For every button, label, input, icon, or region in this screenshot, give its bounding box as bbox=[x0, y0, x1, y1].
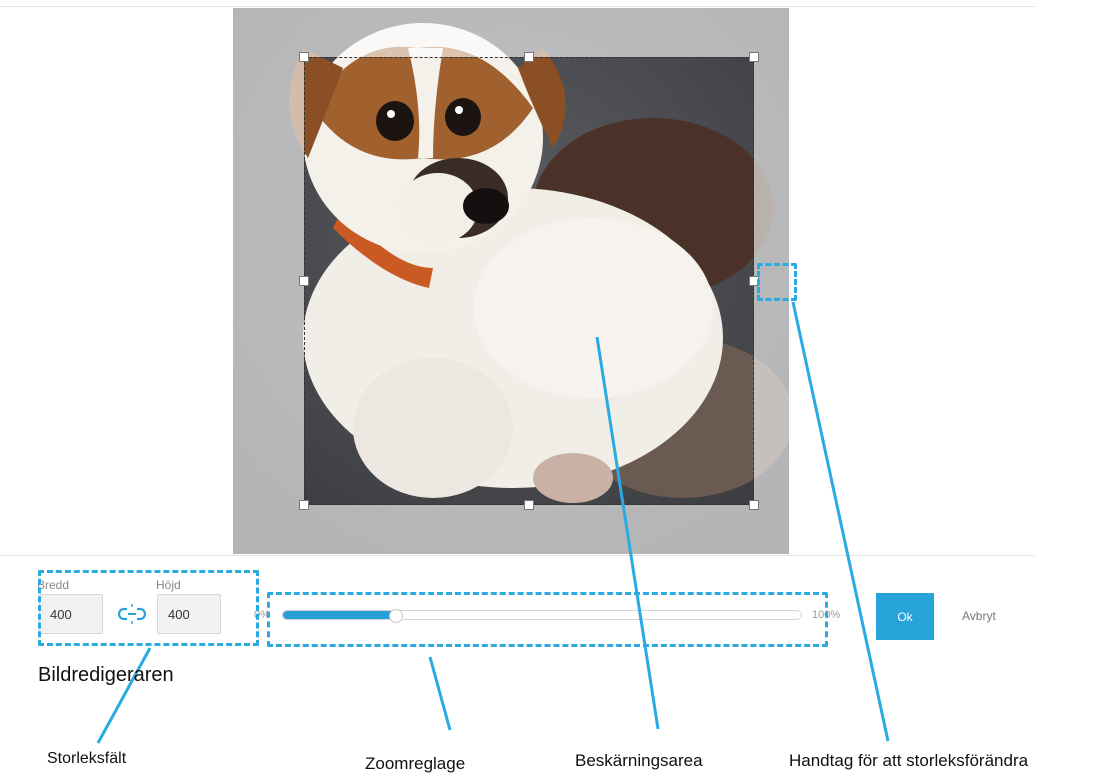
crop-area-caption: Beskärningsarea bbox=[575, 751, 703, 770]
zoom-slider-caption: Zoomreglage bbox=[365, 754, 466, 773]
size-fields-caption: Storleksfält bbox=[47, 750, 127, 767]
resize-handle-caption: Handtag för att storleksförändra bbox=[789, 751, 1029, 770]
editor-title-caption: Bildredigeraren bbox=[38, 664, 174, 686]
callout-lines bbox=[96, 301, 890, 744]
